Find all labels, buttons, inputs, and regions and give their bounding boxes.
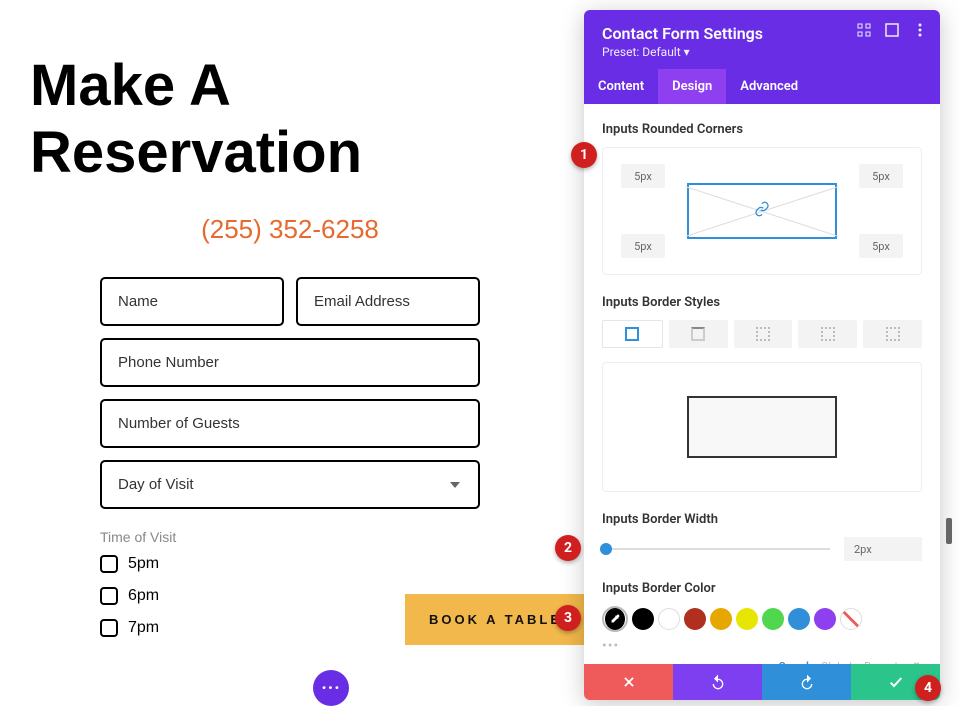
undo-button[interactable] [673, 664, 762, 700]
expand-icon[interactable] [884, 22, 900, 38]
guests-field[interactable]: Number of Guests [100, 399, 480, 448]
checkbox-icon [100, 619, 118, 637]
color-more-icon[interactable]: ••• [602, 638, 922, 654]
color-swatches [602, 606, 922, 632]
color-swatch[interactable] [710, 608, 732, 630]
page-fab-button[interactable]: ··· [313, 670, 349, 706]
corners-link-button[interactable] [687, 183, 837, 239]
corners-control: 5px 5px 5px 5px [602, 147, 922, 275]
time-option-label: 7pm [128, 619, 159, 637]
tab-design[interactable]: Design [658, 69, 726, 104]
close-icon [622, 675, 636, 689]
border-side-top[interactable] [669, 320, 728, 348]
callout-badge: 4 [915, 675, 941, 701]
redo-icon [799, 674, 815, 690]
border-style-tabs [602, 320, 922, 348]
border-top-icon [691, 327, 705, 341]
panel-tabs: Content Design Advanced [584, 69, 940, 104]
name-field[interactable]: Name [100, 277, 284, 326]
discard-button[interactable] [584, 664, 673, 700]
caret-down-icon [450, 482, 460, 488]
border-side-bottom[interactable] [798, 320, 857, 348]
border-preview [602, 362, 922, 492]
day-select[interactable]: Day of Visit [100, 460, 480, 509]
corner-bl-input[interactable]: 5px [621, 234, 665, 258]
time-option-label: 5pm [128, 555, 159, 573]
tab-advanced[interactable]: Advanced [726, 69, 812, 104]
border-side-all[interactable] [602, 320, 663, 348]
color-swatch[interactable] [684, 608, 706, 630]
redo-button[interactable] [762, 664, 851, 700]
undo-icon [710, 674, 726, 690]
color-swatch[interactable] [736, 608, 758, 630]
border-color-title: Inputs Border Color [602, 581, 922, 596]
color-swatch[interactable] [658, 608, 680, 630]
corners-title: Inputs Rounded Corners [602, 122, 922, 137]
panel-preset[interactable]: Preset: Default ▾ [602, 45, 922, 59]
border-side-left[interactable] [863, 320, 922, 348]
color-swatch[interactable] [632, 608, 654, 630]
border-right-icon [756, 327, 770, 341]
border-preview-box [687, 396, 837, 458]
callout-badge: 1 [571, 142, 597, 168]
border-bottom-icon [821, 327, 835, 341]
corner-tr-input[interactable]: 5px [859, 164, 903, 188]
drag-icon[interactable] [856, 22, 872, 38]
border-side-right[interactable] [734, 320, 793, 348]
link-icon [754, 201, 770, 221]
scrollbar-pip[interactable] [946, 518, 952, 544]
border-styles-title: Inputs Border Styles [602, 295, 922, 310]
page-title: Make A Reservation [30, 52, 550, 186]
border-width-title: Inputs Border Width [602, 512, 922, 527]
eyedropper-icon [609, 613, 621, 625]
checkbox-icon [100, 587, 118, 605]
corner-tl-input[interactable]: 5px [621, 164, 665, 188]
phone-number: (255) 352-6258 [30, 214, 550, 245]
email-field[interactable]: Email Address [296, 277, 480, 326]
slider-thumb[interactable] [600, 543, 612, 555]
kebab-icon[interactable] [912, 22, 928, 38]
callout-badge: 2 [555, 535, 581, 561]
panel-footer [584, 664, 940, 700]
color-swatch[interactable] [788, 608, 810, 630]
tab-content[interactable]: Content [584, 69, 658, 104]
panel-header: Contact Form Settings Preset: Default ▾ [584, 10, 940, 69]
settings-panel: Contact Form Settings Preset: Default ▾ … [584, 10, 940, 700]
color-swatch[interactable] [814, 608, 836, 630]
check-icon [888, 674, 904, 690]
color-swatch[interactable] [762, 608, 784, 630]
color-swatch-selected[interactable] [602, 606, 628, 632]
time-option[interactable]: 5pm [30, 551, 550, 577]
time-label: Time of Visit [30, 521, 550, 551]
callout-badge: 3 [555, 605, 581, 631]
border-all-icon [625, 327, 639, 341]
border-width-slider[interactable] [602, 548, 830, 550]
border-width-input[interactable]: 2px [844, 537, 922, 561]
phone-field[interactable]: Phone Number [100, 338, 480, 387]
day-select-label: Day of Visit [118, 476, 194, 493]
color-swatch-none[interactable] [840, 608, 862, 630]
border-left-icon [886, 327, 900, 341]
checkbox-icon [100, 555, 118, 573]
page-preview: Make A Reservation (255) 352-6258 Name E… [0, 0, 580, 647]
panel-body: Inputs Rounded Corners 5px 5px 5px 5px I… [584, 104, 940, 700]
time-option-label: 6pm [128, 587, 159, 605]
corner-br-input[interactable]: 5px [859, 234, 903, 258]
